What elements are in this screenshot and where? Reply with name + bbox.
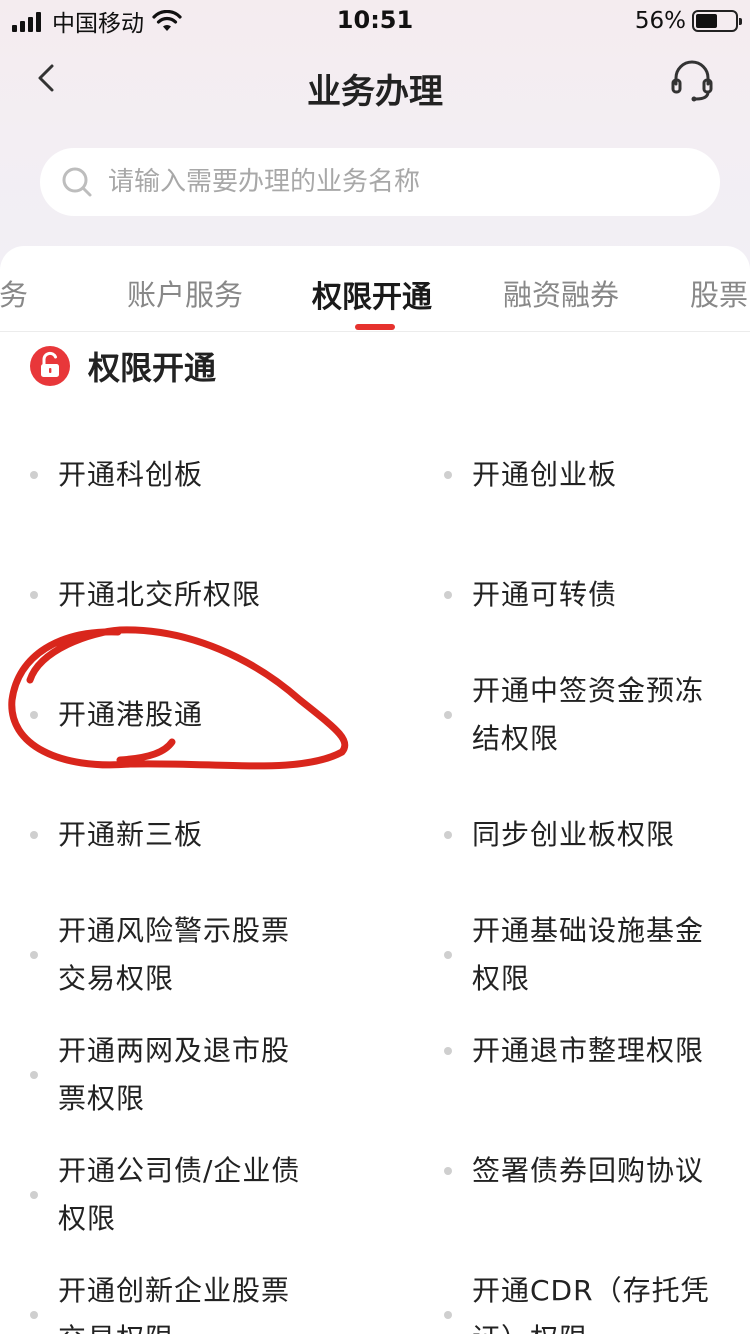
list-item-label: 开通退市整理权限	[472, 1034, 705, 1067]
list-item-label: 开通创业板	[472, 458, 618, 491]
bullet-dot	[444, 831, 452, 839]
page-title: 业务办理	[307, 72, 443, 112]
active-tab-indicator	[355, 324, 395, 330]
bullet-dot	[30, 1191, 38, 1199]
bullet-dot	[444, 951, 452, 959]
list-item-chinext[interactable]: 开通创业板	[444, 451, 744, 499]
section-title: 权限开通	[88, 349, 217, 387]
list-item-label: 开通可转债	[472, 578, 618, 611]
nav-bar: 业务办理	[0, 44, 750, 132]
bullet-dot	[30, 951, 38, 959]
list-item-label: 开通风险警示股票交易权限	[58, 914, 291, 995]
list-item-label: 开通创新企业股票交易权限	[58, 1274, 291, 1334]
tab-account-service[interactable]: 账户服务	[127, 272, 243, 314]
bullet-dot	[444, 1047, 452, 1055]
search-bar[interactable]	[40, 148, 720, 216]
list-item-bse[interactable]: 开通北交所权限	[30, 571, 330, 619]
battery-icon	[692, 10, 742, 32]
bullet-dot	[30, 711, 38, 719]
list-item-delisting-period[interactable]: 开通退市整理权限	[444, 1027, 744, 1075]
status-right: 56%	[634, 6, 742, 36]
bullet-dot	[30, 1311, 38, 1319]
list-item-label: 开通北交所权限	[58, 578, 262, 611]
list-item-label: 开通CDR（存托凭证）权限	[472, 1274, 710, 1334]
customer-service-icon[interactable]	[668, 56, 716, 104]
category-tabs: 服务 账户服务 权限开通 融资融券 股票	[0, 246, 750, 332]
list-item-convertible-bond[interactable]: 开通可转债	[444, 571, 744, 619]
list-item-risk-warning[interactable]: 开通风险警示股票交易权限	[30, 907, 330, 1003]
list-item-label: 开通基础设施基金权限	[472, 914, 705, 995]
unlock-icon	[30, 346, 70, 386]
section-header: 权限开通	[30, 344, 216, 388]
tab-margin-trading[interactable]: 融资融券	[503, 272, 619, 314]
list-item-bond-repo[interactable]: 签署债券回购协议	[444, 1147, 744, 1195]
list-item-prefreeze[interactable]: 开通中签资金预冻结权限	[444, 667, 744, 763]
status-bar: 中国移动 10:51 56%	[0, 0, 750, 44]
bullet-dot	[444, 1311, 452, 1319]
list-item-label: 开通港股通	[58, 698, 204, 731]
list-item-label: 开通新三板	[58, 818, 204, 851]
bullet-dot	[30, 1071, 38, 1079]
search-icon	[62, 167, 92, 197]
list-item-sync-chinext[interactable]: 同步创业板权限	[444, 811, 744, 859]
list-item-label: 开通两网及退市股票权限	[58, 1034, 291, 1115]
tab-service[interactable]: 服务	[0, 272, 28, 314]
list-item-label: 开通科创板	[58, 458, 204, 491]
list-item-innovative-enterprise[interactable]: 开通创新企业股票交易权限	[30, 1267, 330, 1334]
list-item-neeq[interactable]: 开通新三板	[30, 811, 330, 859]
bullet-dot	[444, 591, 452, 599]
list-item-star-market[interactable]: 开通科创板	[30, 451, 330, 499]
bullet-dot	[444, 471, 452, 479]
list-item-cdr[interactable]: 开通CDR（存托凭证）权限	[444, 1267, 744, 1334]
list-item-label: 开通公司债/企业债权限	[58, 1154, 301, 1235]
content-card: 服务 账户服务 权限开通 融资融券 股票 权限开通 开通科创板 开通创业板 开通…	[0, 246, 750, 1334]
tab-stock[interactable]: 股票	[690, 272, 748, 314]
bullet-dot	[444, 711, 452, 719]
list-item-label: 开通中签资金预冻结权限	[472, 674, 705, 755]
list-item-label: 同步创业板权限	[472, 818, 676, 851]
list-item-infra-fund[interactable]: 开通基础设施基金权限	[444, 907, 744, 1003]
list-item-corporate-bond[interactable]: 开通公司债/企业债权限	[30, 1147, 330, 1243]
list-item-hk-connect[interactable]: 开通港股通	[30, 691, 330, 739]
bullet-dot	[30, 471, 38, 479]
bullet-dot	[444, 1167, 452, 1175]
bullet-dot	[30, 831, 38, 839]
bullet-dot	[30, 591, 38, 599]
list-item-label: 签署债券回购协议	[472, 1154, 705, 1187]
search-input[interactable]	[108, 167, 668, 197]
battery-percent: 56%	[634, 8, 686, 34]
list-item-delisted-stocks[interactable]: 开通两网及退市股票权限	[30, 1027, 330, 1123]
tab-permission-open[interactable]: 权限开通	[312, 272, 432, 316]
